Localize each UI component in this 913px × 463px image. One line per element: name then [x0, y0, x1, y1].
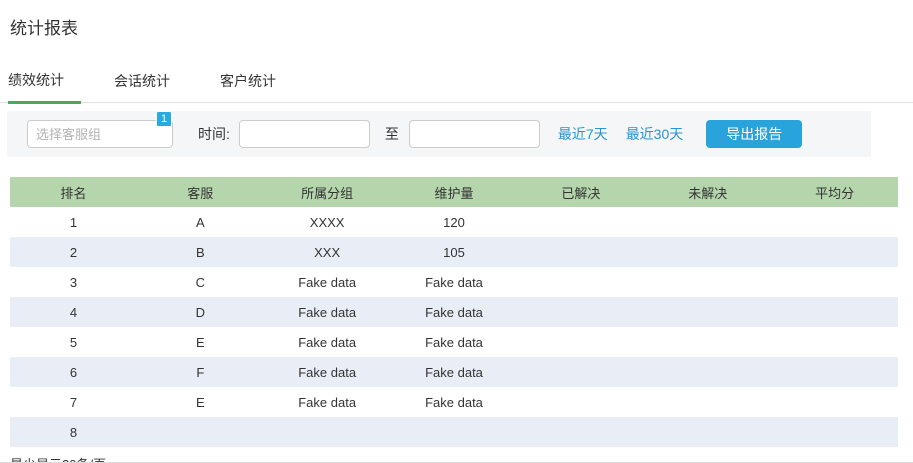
table-row: 6 F Fake data Fake data: [10, 357, 898, 387]
table-cell: Fake data: [425, 274, 483, 290]
table-cell: 4: [69, 304, 78, 320]
table-cell: E: [195, 334, 205, 350]
date-from-input[interactable]: [238, 120, 370, 148]
table-header-cell: 平均分: [815, 185, 855, 201]
table-cell: 120: [443, 214, 465, 230]
table-header-row: 排名 客服 所属分组 维护量 已解决 未解决 平均分: [10, 177, 898, 207]
quick-link-0[interactable]: 最近7天: [558, 126, 608, 142]
time-label: 时间:: [198, 126, 230, 142]
tab-2[interactable]: 客户统计: [220, 65, 293, 102]
table-cell: 8: [69, 424, 78, 440]
quick-link-1[interactable]: 最近30天: [626, 126, 684, 142]
table-cell: 5: [69, 334, 78, 350]
table-cell: F: [196, 364, 205, 380]
filter-bar: 1 时间: 至 最近7天 最近30天 导出报告: [7, 111, 871, 157]
table-cell: C: [195, 274, 205, 290]
table-cell: E: [195, 394, 205, 410]
table-cell: B: [195, 244, 205, 260]
table-row: 7 E Fake data Fake data: [10, 387, 898, 417]
export-report-button[interactable]: 导出报告: [706, 120, 803, 148]
tab-0[interactable]: 绩效统计: [8, 64, 81, 104]
table-cell: Fake data: [298, 274, 357, 290]
table-row: 1 A XXXX 120: [10, 207, 898, 237]
table-header-cell: 所属分组: [301, 185, 354, 201]
tab-bar: 绩效统计 会话统计 客户统计: [0, 64, 913, 104]
table-cell: 3: [69, 274, 78, 290]
table-row: 2 B XXX 105: [10, 237, 898, 267]
to-label: 至: [384, 126, 399, 142]
table-header-cell: 维护量: [434, 185, 474, 201]
table-cell: Fake data: [425, 364, 483, 380]
table-cell: Fake data: [425, 334, 483, 350]
table-row: 3 C Fake data Fake data: [10, 267, 898, 297]
table-body: 1 A XXXX 120 2 B XXX 105 3 C Fake data Fake data 4 D F…: [10, 207, 898, 447]
table-header-cell: 已解决: [561, 185, 601, 201]
table-cell: 7: [69, 394, 78, 410]
table-cell: Fake data: [298, 394, 357, 410]
date-to-input[interactable]: [408, 120, 540, 148]
table-cell: 1: [69, 214, 78, 230]
group-select-wrap: 1: [27, 111, 173, 148]
table-cell: XXXX: [309, 214, 345, 230]
table-cell: Fake data: [425, 304, 483, 320]
performance-table: 排名 客服 所属分组 维护量 已解决 未解决 平均分 1 A XXXX 120 2 B XXX 105 3 C…: [10, 177, 898, 447]
table-cell: 6: [69, 364, 78, 380]
table-cell: Fake data: [298, 334, 357, 350]
table-cell: Fake data: [298, 364, 357, 380]
table-cell: XXX: [314, 244, 341, 260]
table-row: 8: [10, 417, 898, 447]
tab-1[interactable]: 会话统计: [114, 65, 187, 102]
table-cell: Fake data: [298, 304, 357, 320]
table-header-cell: 排名: [60, 185, 87, 201]
table-cell: A: [195, 214, 205, 230]
table-row: 4 D Fake data Fake data: [10, 297, 898, 327]
table-row: 5 E Fake data Fake data: [10, 327, 898, 357]
table-cell: D: [195, 304, 205, 320]
table-header-cell: 客服: [187, 185, 214, 201]
table-header-cell: 未解决: [688, 185, 728, 201]
table-cell: 2: [69, 244, 78, 260]
group-select-input[interactable]: [27, 120, 173, 148]
selected-count-badge: 1: [156, 111, 172, 127]
table-cell: 105: [443, 244, 465, 260]
table-cell: Fake data: [425, 394, 483, 410]
page-title: 统计报表: [10, 19, 78, 38]
quick-links: 最近7天 最近30天: [540, 124, 683, 144]
